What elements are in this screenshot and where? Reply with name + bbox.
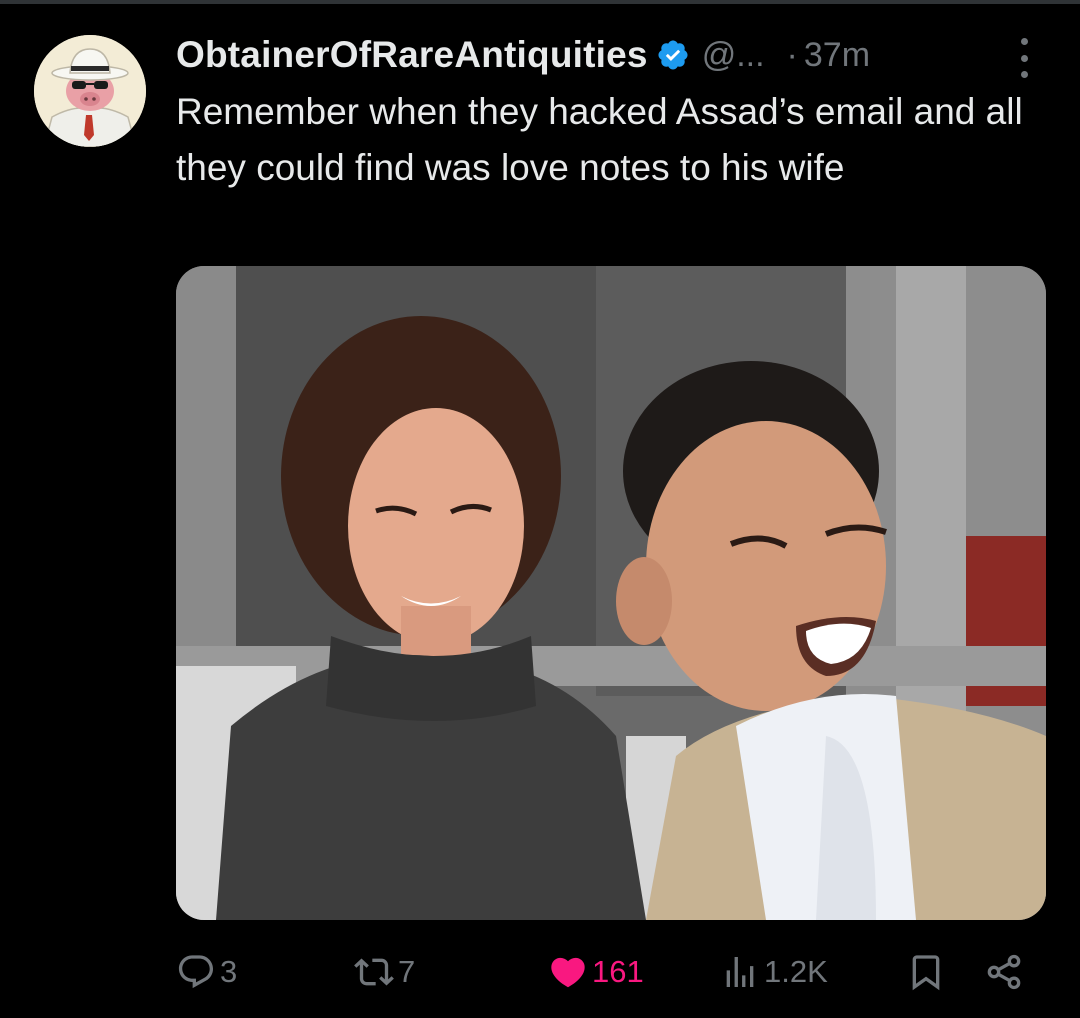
share-icon <box>984 952 1024 992</box>
share-button[interactable] <box>984 940 1024 1004</box>
bookmark-button[interactable] <box>906 940 946 1004</box>
more-icon[interactable] <box>1012 38 1036 78</box>
display-name[interactable]: ObtainerOfRareAntiquities <box>176 34 648 76</box>
repost-icon <box>354 952 394 992</box>
tweet-header: ObtainerOfRareAntiquities @... · 37m <box>176 30 870 80</box>
reply-icon <box>176 952 216 992</box>
like-icon <box>548 952 588 992</box>
handle[interactable]: @... <box>702 36 765 75</box>
reply-count: 3 <box>220 954 238 989</box>
tweet-text: Remember when they hacked Assad’s email … <box>176 91 1023 188</box>
separator-dot: · <box>786 35 798 74</box>
verified-badge-icon[interactable] <box>656 38 690 72</box>
views-button[interactable]: 1.2K <box>720 940 828 1004</box>
like-button[interactable]: 161 <box>548 940 644 1004</box>
bookmark-icon <box>906 952 946 992</box>
repost-count: 7 <box>398 954 416 989</box>
views-count: 1.2K <box>764 954 828 989</box>
repost-button[interactable]: 7 <box>354 940 415 1004</box>
like-count: 161 <box>592 954 644 989</box>
top-divider <box>0 0 1080 4</box>
tweet-photo[interactable] <box>176 266 1046 920</box>
timestamp[interactable]: 37m <box>804 36 870 75</box>
views-icon <box>720 952 760 992</box>
action-bar: 3 7 161 1.2K <box>0 940 1080 1004</box>
reply-button[interactable]: 3 <box>176 940 237 1004</box>
photo-illustration <box>176 266 1046 920</box>
avatar[interactable] <box>34 35 146 147</box>
avatar-illustration <box>34 35 146 147</box>
